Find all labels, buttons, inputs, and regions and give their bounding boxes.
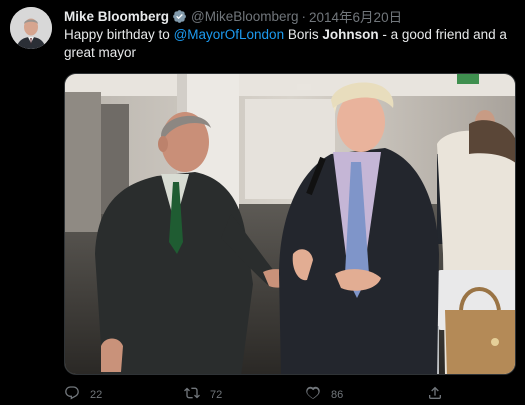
separator: · bbox=[301, 8, 307, 24]
tweet-actions: 22 72 86 bbox=[64, 385, 516, 405]
retweet-count: 72 bbox=[210, 388, 223, 401]
like-button[interactable]: 86 bbox=[305, 385, 343, 404]
retweet-button[interactable]: 72 bbox=[184, 385, 222, 404]
avatar[interactable] bbox=[10, 7, 52, 49]
tweet[interactable]: Mike Bloomberg @MikeBloomberg · 2014年6月2… bbox=[0, 0, 525, 405]
timestamp[interactable]: 2014年6月20日 bbox=[309, 6, 402, 26]
reply-count: 22 bbox=[90, 388, 103, 401]
mention-link[interactable]: @MayorOfLondon bbox=[174, 27, 285, 42]
share-icon bbox=[427, 385, 443, 404]
share-button[interactable] bbox=[427, 385, 443, 404]
handle[interactable]: @MikeBloomberg bbox=[191, 9, 299, 24]
photo-image bbox=[65, 74, 515, 374]
tweet-text: Happy birthday to @MayorOfLondon Boris J… bbox=[64, 26, 509, 62]
tweet-header: Mike Bloomberg @MikeBloomberg · 2014年6月2… bbox=[64, 6, 402, 26]
like-count: 86 bbox=[331, 388, 344, 401]
tweet-text-prefix: Happy birthday to bbox=[64, 27, 174, 42]
retweet-icon bbox=[184, 385, 200, 404]
reply-icon bbox=[64, 385, 80, 404]
tweet-text-bold: Johnson bbox=[322, 27, 379, 42]
tweet-text-middle: Boris bbox=[284, 27, 323, 42]
heart-icon bbox=[305, 385, 321, 404]
display-name[interactable]: Mike Bloomberg bbox=[64, 9, 169, 24]
avatar-image bbox=[10, 7, 52, 49]
tweet-photo[interactable] bbox=[64, 73, 516, 375]
reply-button[interactable]: 22 bbox=[64, 385, 102, 404]
verified-badge-icon bbox=[172, 9, 187, 24]
